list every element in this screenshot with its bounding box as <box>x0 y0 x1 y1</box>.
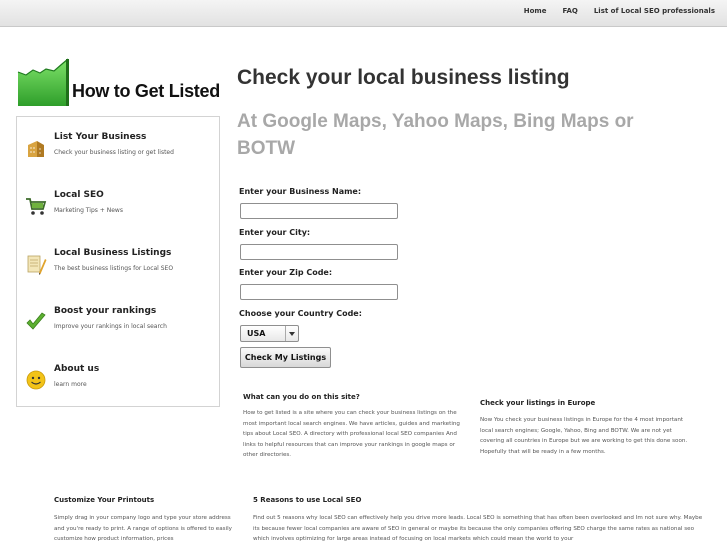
country-code-select[interactable]: USA <box>240 325 299 342</box>
top-nav-links: Home FAQ List of Local SEO professionals <box>524 7 715 15</box>
reasons-heading: 5 Reasons to use Local SEO <box>253 496 362 504</box>
city-input[interactable] <box>240 244 398 260</box>
sidebar-item-desc: Check your business listing or get liste… <box>54 149 174 156</box>
sidebar-item-desc: Marketing Tips + News <box>54 207 123 214</box>
sidebar-item-local-business-listings[interactable]: Local Business Listings The best busines… <box>17 235 219 285</box>
country-code-value: USA <box>247 329 266 338</box>
nav-seo-professionals-link[interactable]: List of Local SEO professionals <box>594 7 715 15</box>
europe-text: Now You check your business listings in … <box>480 417 688 455</box>
sidebar-item-about-us[interactable]: About us learn more <box>17 351 219 401</box>
nav-home-link[interactable]: Home <box>524 7 547 15</box>
nav-faq-link[interactable]: FAQ <box>562 7 577 15</box>
sidebar-item-local-seo[interactable]: Local SEO Marketing Tips + News <box>17 177 219 227</box>
site-logo[interactable]: How to Get Listed <box>16 58 221 108</box>
page-title: Check your local business listing <box>237 66 570 89</box>
sidebar-item-title: Local Business Listings <box>54 248 172 258</box>
city-label: Enter your City: <box>239 228 311 237</box>
sidebar-item-desc: Improve your rankings in local search <box>54 323 167 330</box>
europe-heading: Check your listings in Europe <box>480 399 596 407</box>
chevron-down-icon <box>285 326 298 341</box>
pencil-ruler-icon <box>27 255 47 275</box>
sidebar-item-title: Local SEO <box>54 190 104 200</box>
country-code-label: Choose your Country Code: <box>239 309 362 318</box>
shopping-cart-icon <box>26 198 47 215</box>
sidebar-item-desc: learn more <box>54 381 87 388</box>
sidebar-item-list-your-business[interactable]: List Your Business Check your business l… <box>17 119 219 169</box>
sidebar-item-title: Boost your rankings <box>54 306 157 316</box>
sidebar-item-boost-rankings[interactable]: Boost your rankings Improve your ranking… <box>17 293 219 343</box>
printouts-text: Simply drag in your company logo and typ… <box>54 515 232 542</box>
business-name-input[interactable] <box>240 203 398 219</box>
growth-chart-icon <box>17 58 69 106</box>
smiley-icon <box>26 370 46 390</box>
zip-code-input[interactable] <box>240 284 398 300</box>
printouts-heading: Customize Your Printouts <box>54 496 155 504</box>
reasons-text: Find out 5 reasons why local SEO can eff… <box>253 515 703 542</box>
logo-text: How to Get Listed <box>72 81 220 101</box>
top-navigation-bar: Home FAQ List of Local SEO professionals <box>0 0 727 27</box>
sidebar-menu: List Your Business Check your business l… <box>16 116 220 407</box>
checkmark-icon <box>26 312 46 330</box>
sidebar-item-title: List Your Business <box>54 132 147 142</box>
check-listings-button[interactable]: Check My Listings <box>240 347 331 368</box>
buildings-icon <box>28 141 44 157</box>
business-name-label: Enter your Business Name: <box>239 187 362 196</box>
sidebar-item-title: About us <box>54 364 100 374</box>
page-subtitle: At Google Maps, Yahoo Maps, Bing Maps or… <box>237 111 634 159</box>
zip-code-label: Enter your Zip Code: <box>239 268 333 277</box>
what-can-you-do-heading: What can you do on this site? <box>243 393 360 401</box>
sidebar-item-desc: The best business listings for Local SEO <box>54 265 174 272</box>
what-can-you-do-text: How to get listed is a site where you ca… <box>243 410 460 458</box>
